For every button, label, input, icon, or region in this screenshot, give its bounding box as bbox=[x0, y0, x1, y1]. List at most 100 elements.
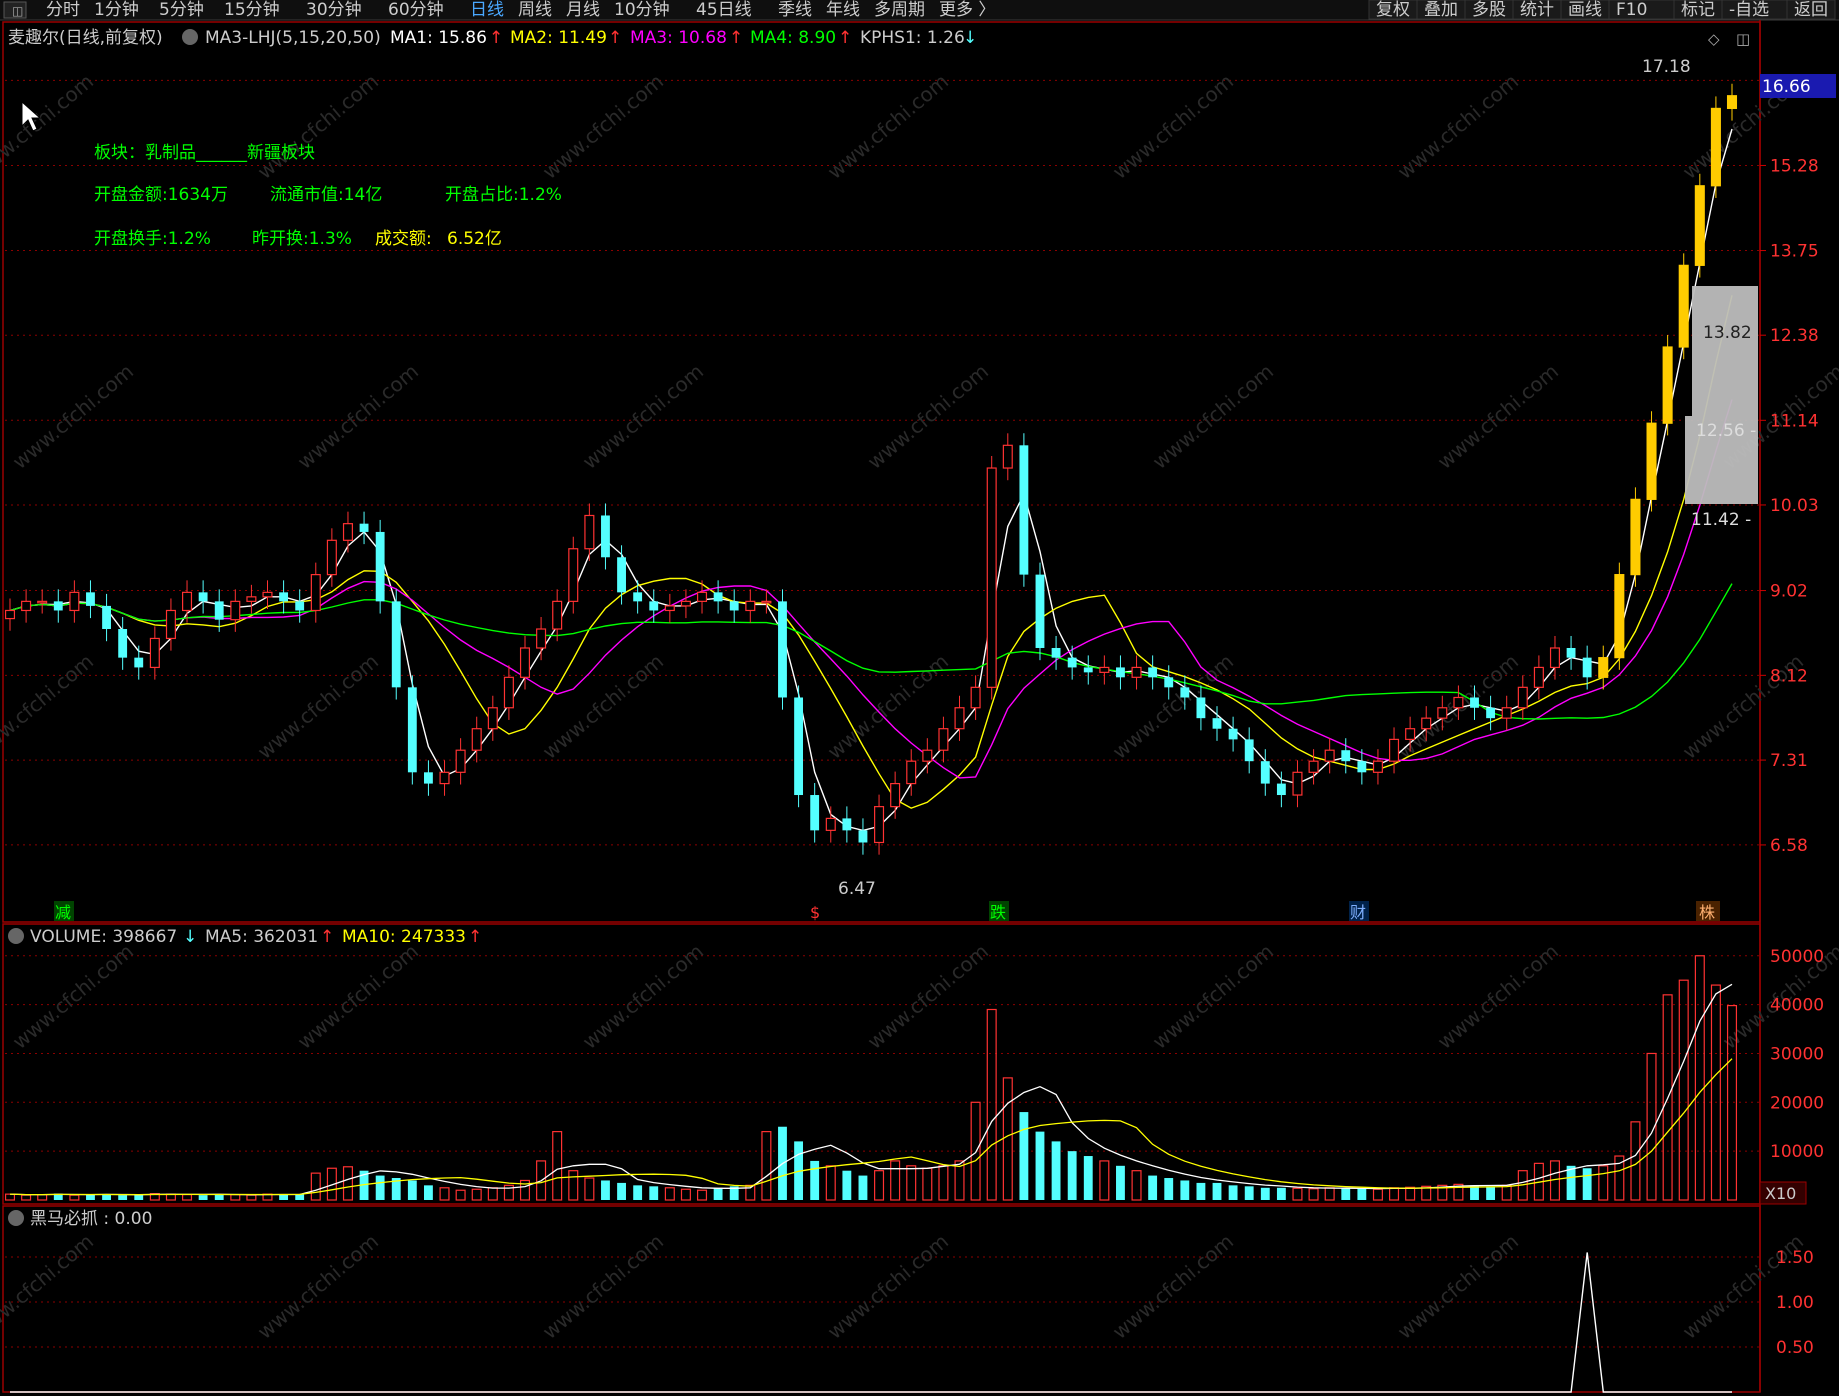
candle-body-38 bbox=[617, 557, 626, 593]
event-marker-2[interactable]: 跌 bbox=[989, 901, 1009, 922]
svg-text:株: 株 bbox=[1699, 903, 1715, 922]
sub-axis-label-1: 1.00 bbox=[1776, 1293, 1814, 1313]
candle-body-81 bbox=[1308, 760, 1319, 773]
candle-body-88 bbox=[1421, 717, 1432, 730]
ma2-value: MA2: 11.49 bbox=[510, 28, 607, 48]
candle-body-16 bbox=[262, 591, 273, 598]
candle-body-47 bbox=[761, 600, 772, 604]
period-tab-8[interactable]: 月线 bbox=[566, 0, 600, 20]
open-ratio: 开盘占比:1.2% bbox=[445, 185, 562, 205]
candle-body-93 bbox=[1501, 707, 1512, 719]
candle-body-54 bbox=[874, 806, 885, 844]
candle-body-39 bbox=[633, 592, 643, 602]
period-tab-1[interactable]: 1分钟 bbox=[94, 0, 139, 20]
candle-body-74 bbox=[1196, 697, 1206, 719]
volume-bar-37 bbox=[601, 1180, 610, 1200]
price-axis-label-5: 10.03 bbox=[1770, 496, 1819, 516]
candle-body-42 bbox=[680, 600, 691, 607]
volume-bar-76 bbox=[1228, 1185, 1238, 1200]
diamond-icon[interactable]: ◇ bbox=[1708, 30, 1720, 48]
candle-body-11 bbox=[182, 591, 193, 612]
sub-indicator-settings-icon[interactable] bbox=[8, 1210, 24, 1226]
volume-bar-26 bbox=[424, 1185, 433, 1200]
volume-axis-label-3: 20000 bbox=[1770, 1093, 1824, 1113]
float-market-value: 流通市值:14亿 bbox=[270, 185, 382, 205]
candle-body-85 bbox=[1372, 760, 1383, 773]
turnover-amount-label: 成交额: bbox=[375, 229, 432, 249]
volume-bar-53 bbox=[858, 1175, 868, 1200]
period-tab-3[interactable]: 15分钟 bbox=[224, 0, 280, 20]
candle-body-36 bbox=[584, 514, 595, 550]
volume-bar-65 bbox=[1051, 1141, 1061, 1200]
candle-body-55 bbox=[890, 782, 901, 808]
candle-body-90 bbox=[1453, 696, 1464, 709]
indicator-name: MA3-LHJ(5,15,20,50) bbox=[205, 28, 381, 48]
period-tab-7[interactable]: 周线 bbox=[518, 0, 552, 20]
candle-body-104 bbox=[1678, 264, 1689, 348]
svg-text:$: $ bbox=[810, 903, 820, 922]
period-tab-6[interactable]: 日线 bbox=[470, 0, 504, 20]
ma4-value: MA4: 8.90 bbox=[750, 28, 836, 48]
prev-open-turnover: 昨开换:1.3% bbox=[252, 229, 352, 249]
high-marker: 17.18 bbox=[1642, 57, 1691, 77]
volume-axis-label-0: 50000 bbox=[1770, 947, 1824, 967]
toolbar-button-label-0: 复权 bbox=[1376, 0, 1410, 20]
panel-toggle-icon[interactable]: ◫ bbox=[1736, 30, 1750, 48]
volume-bar-79 bbox=[1276, 1187, 1286, 1200]
volume-bar-69 bbox=[1116, 1165, 1125, 1200]
volume-bar-64 bbox=[1035, 1131, 1045, 1200]
volume-bar-7 bbox=[118, 1195, 128, 1200]
candle-body-89 bbox=[1437, 707, 1448, 719]
period-tab-9[interactable]: 10分钟 bbox=[614, 0, 670, 20]
candle-body-37 bbox=[601, 515, 610, 558]
volume-bar-74 bbox=[1196, 1182, 1206, 1200]
ma4-arrow: ↑ bbox=[838, 28, 852, 48]
toolbar-button-label-5: F10 bbox=[1616, 0, 1647, 20]
volume-bar-8 bbox=[134, 1194, 144, 1200]
volume-bar-38 bbox=[617, 1182, 626, 1200]
level-box-upper bbox=[1692, 286, 1758, 416]
stock-name: 麦趣尔(日线,前复权) bbox=[8, 28, 163, 48]
window-icon-glyph: ◫ bbox=[12, 4, 23, 18]
volume-arrow: ↓ bbox=[183, 927, 197, 947]
toolbar-button-label-4: 画线 bbox=[1568, 0, 1602, 20]
candle-body-57 bbox=[922, 749, 933, 762]
candle-body-58 bbox=[938, 728, 949, 751]
ma2-arrow: ↑ bbox=[608, 28, 622, 48]
volume-bar-84 bbox=[1357, 1188, 1367, 1200]
candle-body-29 bbox=[471, 728, 482, 751]
candle-body-70 bbox=[1131, 666, 1142, 678]
candle-body-62 bbox=[1002, 444, 1013, 469]
period-tab-0[interactable]: 分时 bbox=[46, 0, 80, 20]
candle-body-10 bbox=[165, 609, 176, 640]
period-tab-5[interactable]: 60分钟 bbox=[388, 0, 444, 20]
indicator-settings-icon[interactable] bbox=[182, 29, 198, 45]
candle-body-14 bbox=[230, 600, 241, 621]
sub-axis-label-0: 1.50 bbox=[1776, 1248, 1814, 1268]
volume-settings-icon[interactable] bbox=[8, 928, 24, 944]
volume-bar-39 bbox=[633, 1185, 643, 1200]
period-tab-12[interactable]: 年线 bbox=[826, 0, 860, 20]
period-tab-13[interactable]: 多周期 bbox=[874, 0, 925, 20]
candle-body-78 bbox=[1260, 761, 1270, 784]
period-tab-4[interactable]: 30分钟 bbox=[306, 0, 362, 20]
toolbar-button-label-3: 统计 bbox=[1520, 0, 1554, 20]
candle-body-99 bbox=[1598, 657, 1609, 678]
event-marker-0[interactable]: 减 bbox=[54, 901, 74, 922]
stock-chart-canvas[interactable]: www.cfchi.com www.cfchi.com www.cfchi.com w… bbox=[0, 0, 1839, 1396]
period-tab-11[interactable]: 季线 bbox=[778, 0, 812, 20]
period-tab-10[interactable]: 45日线 bbox=[696, 0, 752, 20]
candle-body-53 bbox=[858, 830, 868, 843]
period-tab-2[interactable]: 5分钟 bbox=[159, 0, 204, 20]
event-marker-4[interactable]: 株 bbox=[1696, 901, 1720, 922]
sub-indicator-axis: 1.50 1.00 0.50 bbox=[1776, 1248, 1814, 1358]
candle-body-26 bbox=[424, 772, 433, 784]
candle-body-69 bbox=[1116, 667, 1125, 678]
candle-body-3 bbox=[53, 601, 63, 611]
level-12-56: 12.56 - bbox=[1696, 421, 1756, 441]
event-marker-1[interactable]: $ bbox=[810, 903, 820, 922]
event-marker-3[interactable]: 财 bbox=[1349, 901, 1369, 922]
candle-body-9 bbox=[149, 637, 160, 669]
period-tab-14[interactable]: 更多 〉 bbox=[939, 0, 995, 20]
candle-body-25 bbox=[407, 687, 417, 773]
